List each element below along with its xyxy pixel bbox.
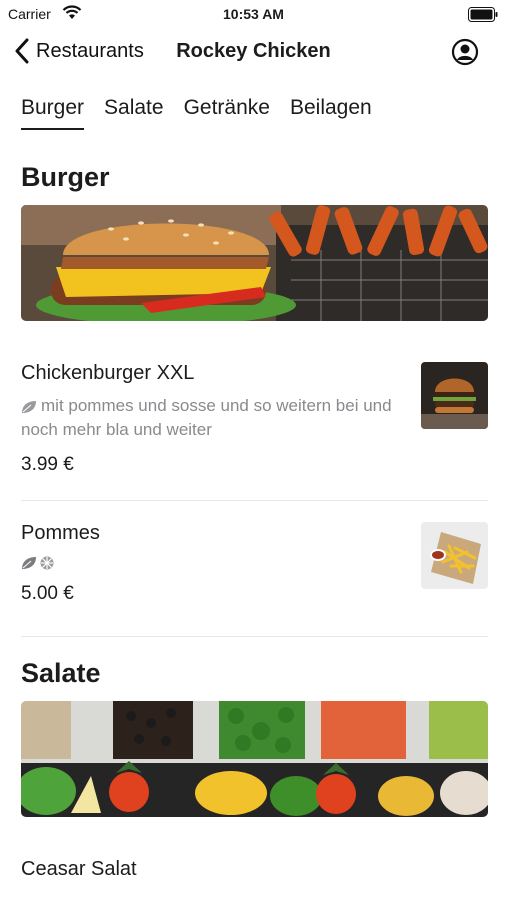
back-button[interactable]: Restaurants bbox=[14, 38, 144, 64]
category-tabs: Burger Salate Getränke Beilagen bbox=[21, 96, 372, 130]
status-bar: Carrier 10:53 AM bbox=[0, 0, 507, 30]
menu-item-pommes[interactable]: Pommes 5.00 € bbox=[21, 522, 488, 622]
section-title-burger: Burger bbox=[21, 162, 110, 192]
salate-banner-image bbox=[21, 701, 488, 817]
wheat-icon bbox=[40, 556, 54, 570]
back-button-label: Restaurants bbox=[36, 39, 144, 62]
item-name: Pommes bbox=[21, 522, 100, 544]
item-separator bbox=[21, 500, 488, 501]
leaf-icon bbox=[22, 557, 36, 569]
item-description: mit pommes und sosse und so weitern bei … bbox=[21, 396, 392, 439]
leaf-icon bbox=[22, 400, 36, 413]
status-time: 10:53 AM bbox=[223, 6, 284, 22]
item-description-row: mit pommes und sosse und so weitern bei … bbox=[21, 394, 401, 442]
item-name: Chickenburger XXL bbox=[21, 362, 195, 384]
item-name: Ceasar Salat bbox=[21, 858, 137, 880]
item-price: 3.99 € bbox=[21, 454, 74, 475]
battery-icon bbox=[468, 7, 498, 22]
burger-banner-image bbox=[21, 205, 488, 321]
pommes-thumbnail bbox=[421, 522, 488, 589]
navigation-bar: Restaurants Rockey Chicken bbox=[0, 30, 507, 76]
chevron-left-icon bbox=[15, 38, 29, 64]
item-price: 5.00 € bbox=[21, 583, 74, 604]
item-separator bbox=[21, 636, 488, 637]
tab-getraenke[interactable]: Getränke bbox=[184, 96, 270, 130]
tab-beilagen[interactable]: Beilagen bbox=[290, 96, 372, 130]
section-title-salate: Salate bbox=[21, 658, 101, 688]
menu-item-chickenburger[interactable]: Chickenburger XXL mit pommes und sosse u… bbox=[21, 362, 488, 482]
tab-salate[interactable]: Salate bbox=[104, 96, 164, 130]
profile-icon[interactable] bbox=[451, 38, 479, 66]
menu-item-ceasar-salat[interactable]: Ceasar Salat bbox=[21, 858, 488, 900]
tab-burger[interactable]: Burger bbox=[21, 96, 85, 130]
chickenburger-thumbnail bbox=[421, 362, 488, 429]
item-icons bbox=[21, 555, 488, 571]
